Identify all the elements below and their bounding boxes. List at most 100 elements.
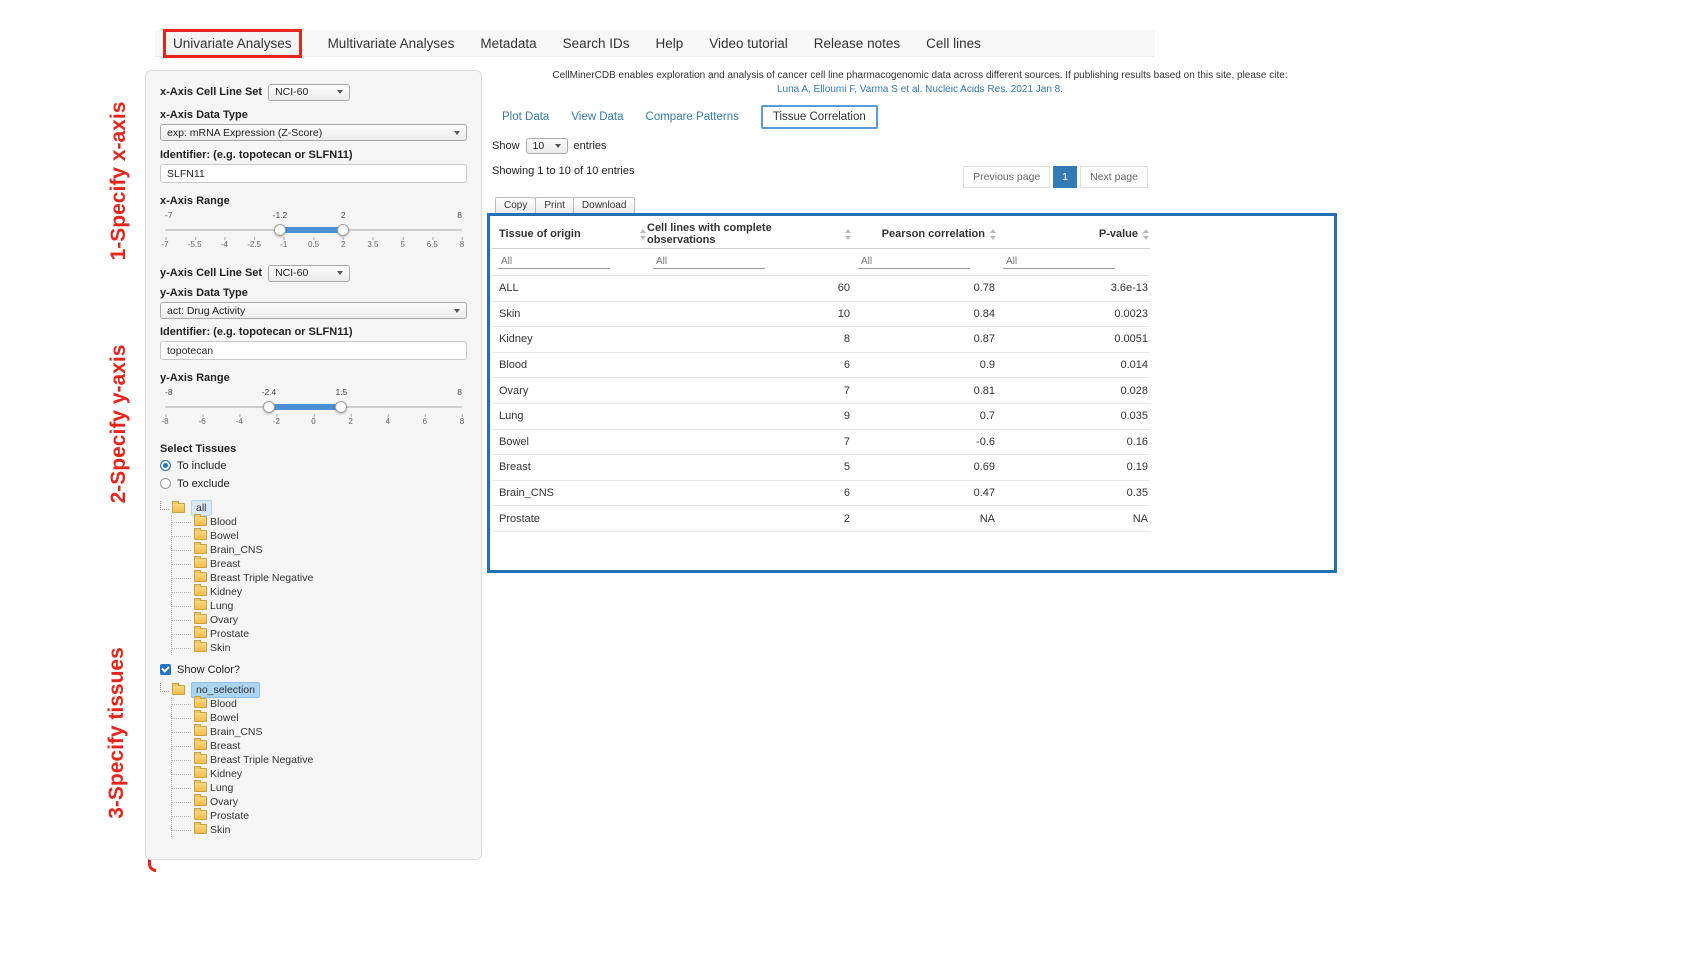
- x-range-label: x-Axis Range: [160, 195, 467, 207]
- sort-icon[interactable]: [1142, 229, 1150, 240]
- tree-item-lung[interactable]: Lung: [182, 781, 467, 795]
- nav-univariate-analyses[interactable]: Univariate Analyses: [163, 29, 302, 58]
- next-page-button[interactable]: Next page: [1080, 166, 1148, 188]
- y-slider-handle-to[interactable]: [335, 401, 347, 413]
- tab-view-data[interactable]: View Data: [571, 111, 623, 123]
- y-identifier-input[interactable]: [160, 341, 467, 360]
- y-slider-from-value: -2.4: [262, 387, 277, 397]
- cell-p: 0.35: [997, 487, 1150, 499]
- column-header-pearson[interactable]: Pearson correlation: [852, 228, 997, 240]
- nav-search-ids[interactable]: Search IDs: [563, 36, 630, 51]
- tree-item-prostate[interactable]: Prostate: [182, 809, 467, 823]
- x-slider-handle-from[interactable]: [274, 224, 286, 236]
- tree-item-kidney[interactable]: Kidney: [182, 767, 467, 781]
- show-color-checkbox[interactable]: Show Color?: [160, 662, 467, 677]
- copy-button[interactable]: Copy: [495, 197, 536, 214]
- x-identifier-input[interactable]: [160, 164, 467, 183]
- show-entries-row: Show 10 entries: [490, 138, 1350, 154]
- folder-icon: [194, 614, 207, 624]
- tree-root-no-selection[interactable]: no_selection: [191, 682, 260, 698]
- tree-item-blood[interactable]: Blood: [182, 697, 467, 711]
- tree-item-bowel[interactable]: Bowel: [182, 711, 467, 725]
- tab-tissue-correlation[interactable]: Tissue Correlation: [761, 105, 878, 129]
- tree-item-brain-cns[interactable]: Brain_CNS: [182, 543, 467, 557]
- nav-video-tutorial[interactable]: Video tutorial: [709, 36, 788, 51]
- folder-icon: [194, 516, 207, 526]
- cell-tissue: Blood: [492, 359, 647, 371]
- y-slider-handle-from[interactable]: [263, 401, 275, 413]
- sort-icon[interactable]: [844, 229, 852, 240]
- filter-pvalue-input[interactable]: [1003, 255, 1115, 269]
- show-label: Show: [492, 140, 520, 152]
- nav-multivariate-analyses[interactable]: Multivariate Analyses: [328, 36, 455, 51]
- page-1-button[interactable]: 1: [1053, 166, 1077, 188]
- folder-icon: [194, 740, 207, 750]
- column-header-tissue[interactable]: Tissue of origin: [492, 228, 647, 240]
- y-range-label: y-Axis Range: [160, 372, 467, 384]
- x-cell-line-set-value: NCI-60: [275, 86, 308, 98]
- sidebar-panel: x-Axis Cell Line Set NCI-60 x-Axis Data …: [145, 70, 482, 860]
- y-cell-line-set-select[interactable]: NCI-60: [268, 265, 350, 282]
- tree-item-breast[interactable]: Breast: [182, 557, 467, 571]
- table-row: Kidney 8 0.87 0.0051: [492, 327, 1150, 353]
- x-slider-bar[interactable]: [280, 227, 343, 233]
- tree-item-bowel[interactable]: Bowel: [182, 529, 467, 543]
- download-button[interactable]: Download: [573, 197, 635, 214]
- y-data-type-select[interactable]: act: Drug Activity: [160, 302, 467, 319]
- tree-item-ovary[interactable]: Ovary: [182, 795, 467, 809]
- x-axis-range-slider[interactable]: -7 -1.2 2 8 -7 -5.5 -4 -2.5 -1 0.5 2 3.5…: [165, 210, 462, 252]
- nav-cell-lines[interactable]: Cell lines: [926, 36, 981, 51]
- showing-entries-text: Showing 1 to 10 of 10 entries: [490, 165, 1350, 177]
- y-slider-to-value: 1.5: [335, 387, 347, 397]
- folder-icon: [194, 642, 207, 652]
- tissues-exclude-radio[interactable]: To exclude: [160, 476, 467, 491]
- folder-icon: [172, 503, 185, 513]
- y-slider-bar[interactable]: [269, 404, 341, 410]
- tree-item-breast-triple-negative[interactable]: Breast Triple Negative: [182, 753, 467, 767]
- nav-metadata[interactable]: Metadata: [480, 36, 536, 51]
- column-header-pvalue[interactable]: P-value: [997, 228, 1150, 240]
- tree-item-skin[interactable]: Skin: [182, 641, 467, 655]
- tree-item-skin[interactable]: Skin: [182, 823, 467, 837]
- column-label: P-value: [1099, 228, 1138, 240]
- cell-n: 6: [647, 487, 852, 499]
- chevron-down-icon: [555, 144, 561, 148]
- tree-item-prostate[interactable]: Prostate: [182, 627, 467, 641]
- column-label: Cell lines with complete observations: [647, 222, 840, 246]
- tree-item-lung[interactable]: Lung: [182, 599, 467, 613]
- exclude-label: To exclude: [177, 478, 230, 490]
- entries-count-select[interactable]: 10: [526, 138, 568, 154]
- tissues-include-radio[interactable]: To include: [160, 458, 467, 473]
- previous-page-button[interactable]: Previous page: [963, 166, 1050, 188]
- x-data-type-select[interactable]: exp: mRNA Expression (Z-Score): [160, 124, 467, 141]
- table-row: Brain_CNS 6 0.47 0.35: [492, 481, 1150, 507]
- print-button[interactable]: Print: [535, 197, 574, 214]
- sort-icon[interactable]: [989, 229, 997, 240]
- column-header-cell-lines[interactable]: Cell lines with complete observations: [647, 222, 852, 246]
- table-filter-row: [492, 249, 1150, 276]
- nav-help[interactable]: Help: [655, 36, 683, 51]
- citation-link[interactable]: Luna A, Elloumi F, Varma S et al. Nuclei…: [490, 84, 1350, 95]
- tree-item-breast[interactable]: Breast: [182, 739, 467, 753]
- tree-item-brain-cns[interactable]: Brain_CNS: [182, 725, 467, 739]
- folder-icon: [194, 810, 207, 820]
- filter-cell-lines-input[interactable]: [653, 255, 765, 269]
- y-axis-range-slider[interactable]: -8 -2.4 1.5 8 -8 -6 -4 -2 0 2 4 6 8: [165, 387, 462, 429]
- cell-n: 7: [647, 436, 852, 448]
- entries-label: entries: [574, 140, 607, 152]
- tab-plot-data[interactable]: Plot Data: [502, 111, 549, 123]
- sort-icon[interactable]: [639, 229, 647, 240]
- tree-item-kidney[interactable]: Kidney: [182, 585, 467, 599]
- entries-count-value: 10: [533, 140, 545, 152]
- tree-item-blood[interactable]: Blood: [182, 515, 467, 529]
- tree-item-breast-triple-negative[interactable]: Breast Triple Negative: [182, 571, 467, 585]
- nav-release-notes[interactable]: Release notes: [814, 36, 900, 51]
- filter-tissue-input[interactable]: [498, 255, 610, 269]
- x-slider-handle-to[interactable]: [337, 224, 349, 236]
- filter-pearson-input[interactable]: [858, 255, 970, 269]
- x-cell-line-set-select[interactable]: NCI-60: [268, 84, 350, 101]
- folder-icon: [194, 600, 207, 610]
- tab-compare-patterns[interactable]: Compare Patterns: [646, 111, 739, 123]
- cell-tissue: Kidney: [492, 333, 647, 345]
- tree-item-ovary[interactable]: Ovary: [182, 613, 467, 627]
